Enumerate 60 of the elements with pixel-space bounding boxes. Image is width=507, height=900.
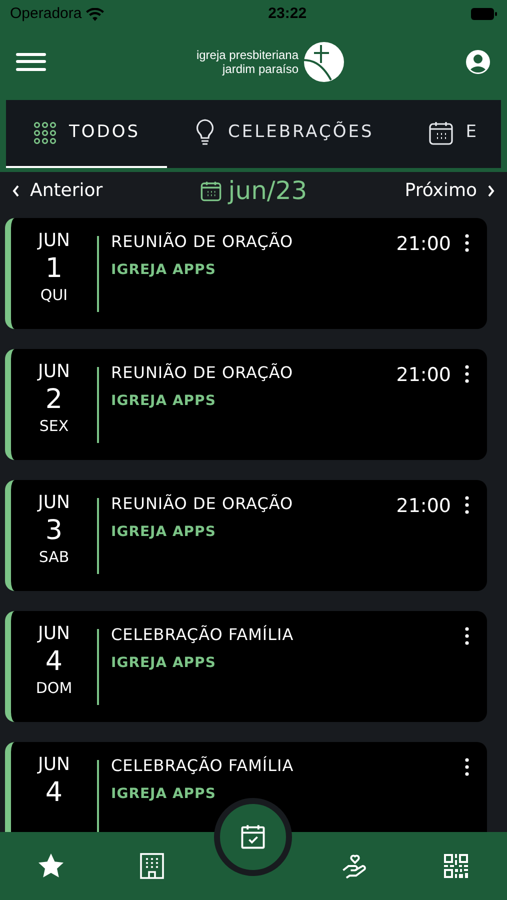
event-month: JUN bbox=[38, 360, 70, 383]
grid-icon bbox=[33, 121, 57, 145]
wifi-icon bbox=[86, 8, 104, 20]
event-title: CELEBRAÇÃO FAMÍLIA bbox=[111, 624, 295, 646]
event-organizer: IGREJA APPS bbox=[111, 784, 217, 804]
event-card[interactable]: JUN 1 QUI REUNIÃO DE ORAÇÃO IGREJA APPS 21:00 bbox=[5, 218, 487, 328]
event-weekday: DOM bbox=[36, 679, 72, 698]
more-options-icon[interactable] bbox=[465, 626, 469, 644]
event-organizer: IGREJA APPS bbox=[111, 260, 217, 280]
clock-time: 23:22 bbox=[268, 4, 307, 24]
event-time: 21:00 bbox=[396, 362, 451, 388]
more-options-icon[interactable] bbox=[465, 234, 469, 252]
qr-code-icon bbox=[443, 853, 470, 879]
chevron-right-icon bbox=[487, 184, 495, 197]
calendar-check-icon bbox=[239, 823, 268, 851]
more-options-icon[interactable] bbox=[465, 364, 469, 382]
previous-button[interactable]: Anterior bbox=[12, 177, 103, 204]
more-options-icon[interactable] bbox=[465, 758, 469, 776]
logo-text: igreja presbiteriana bbox=[196, 48, 299, 62]
event-month: JUN bbox=[38, 622, 70, 645]
event-time: 21:00 bbox=[396, 232, 451, 256]
event-weekday: QUI bbox=[40, 286, 68, 305]
event-title: REUNIÃO DE ORAÇÃO bbox=[111, 230, 294, 252]
carrier-label: Operadora bbox=[10, 4, 82, 24]
event-title: REUNIÃO DE ORAÇÃO bbox=[111, 492, 294, 514]
event-weekday: SAB bbox=[38, 548, 70, 567]
event-card[interactable]: JUN 2 SEX REUNIÃO DE ORAÇÃO IGREJA APPS 21:00 bbox=[5, 348, 487, 460]
event-month: JUN bbox=[38, 492, 70, 514]
next-button[interactable]: Próximo bbox=[404, 177, 495, 204]
event-card[interactable]: JUN 4 DOM CELEBRAÇÃO FAMÍLIA IGREJA APPS bbox=[5, 610, 487, 722]
event-day: 3 bbox=[45, 514, 63, 548]
event-day: 4 bbox=[45, 645, 63, 679]
profile-icon[interactable] bbox=[465, 48, 491, 74]
logo-text: jardim paraíso bbox=[222, 62, 299, 76]
more-options-icon[interactable] bbox=[465, 496, 469, 514]
event-title: REUNIÃO DE ORAÇÃO bbox=[111, 362, 294, 384]
event-day: 2 bbox=[45, 383, 63, 417]
event-organizer: IGREJA APPS bbox=[111, 522, 217, 542]
event-card[interactable]: JUN 4 CELEBRAÇÃO FAMÍLIA IGREJA APPS bbox=[5, 742, 487, 832]
event-month: JUN bbox=[38, 754, 70, 776]
event-card[interactable]: JUN 3 SAB REUNIÃO DE ORAÇÃO IGREJA APPS 21:00 bbox=[5, 480, 487, 590]
tab[interactable]: E bbox=[400, 100, 501, 168]
event-month: JUN bbox=[38, 230, 70, 252]
event-organizer: IGREJA APPS bbox=[111, 654, 217, 672]
chevron-left-icon bbox=[12, 184, 20, 197]
current-month: jun/23 bbox=[228, 175, 308, 207]
logo-icon bbox=[302, 40, 345, 82]
battery-icon bbox=[471, 8, 497, 20]
calendar-icon bbox=[200, 180, 222, 202]
tab[interactable]: CELEBRAÇÕES bbox=[167, 100, 401, 168]
tab[interactable]: TODOS bbox=[6, 100, 168, 168]
event-organizer: IGREJA APPS bbox=[111, 392, 217, 410]
event-weekday: SEX bbox=[39, 417, 69, 436]
event-title: CELEBRAÇÃO FAMÍLIA bbox=[111, 754, 295, 776]
event-day: 4 bbox=[45, 776, 63, 810]
event-time: 21:00 bbox=[396, 494, 451, 518]
calendar-icon bbox=[428, 120, 454, 146]
lightbulb-icon bbox=[194, 118, 216, 148]
building-icon bbox=[139, 852, 166, 880]
event-day: 1 bbox=[45, 252, 63, 286]
